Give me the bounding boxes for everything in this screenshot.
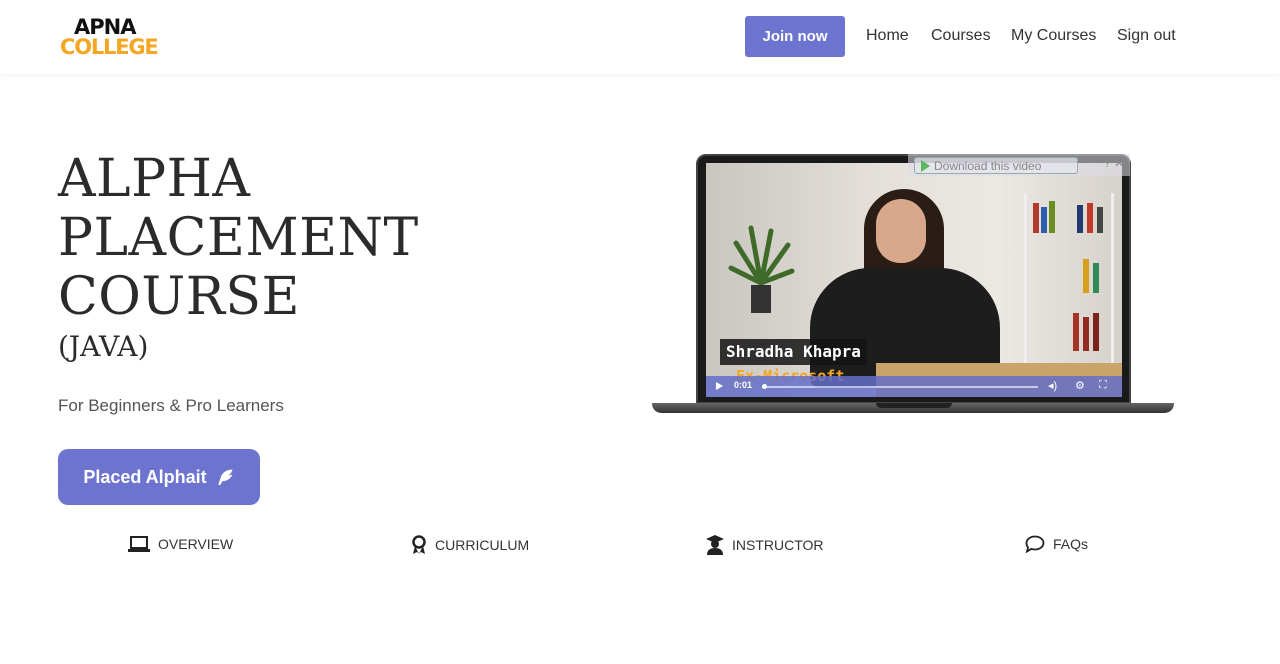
fullscreen-icon[interactable]: ⛶: [1099, 379, 1107, 392]
tab-label: CURRICULUM: [435, 537, 530, 553]
play-icon[interactable]: [716, 382, 723, 390]
award-icon: [412, 535, 426, 554]
bookshelf: [1024, 193, 1114, 363]
video-player[interactable]: Shradha Khapra Ex-Microsoft 0:01 ◂) ⚙ ⛶: [706, 163, 1122, 397]
title-line: PLACEMENT: [58, 208, 419, 268]
title-line: COURSE: [58, 267, 300, 327]
nav-sign-out[interactable]: Sign out: [1117, 27, 1176, 45]
title-line: ALPHA: [58, 149, 251, 209]
tab-label: FAQs: [1053, 536, 1089, 552]
settings-icon[interactable]: ⚙: [1075, 379, 1085, 392]
tab-faqs[interactable]: FAQs: [1025, 535, 1088, 553]
presenter-face: [876, 199, 926, 263]
progress-bar[interactable]: [762, 386, 1038, 388]
volume-icon[interactable]: ◂): [1048, 379, 1057, 392]
nav-courses[interactable]: Courses: [931, 27, 991, 45]
overlay-help-close-icons[interactable]: ? ✕: [1104, 156, 1124, 170]
video-controls: 0:01 ◂) ⚙ ⛶: [706, 376, 1122, 397]
name-caption: Shradha Khapra: [720, 339, 867, 365]
tab-label: OVERVIEW: [158, 536, 234, 552]
laptop-notch: [876, 403, 952, 408]
graduate-icon: [706, 535, 724, 555]
download-play-icon: [921, 159, 930, 172]
presenter-name: Shradha Khapra: [726, 342, 861, 361]
feather-icon: [218, 469, 233, 486]
tab-overview[interactable]: OVERVIEW: [128, 535, 233, 553]
course-language: (JAVA): [58, 330, 149, 363]
download-label: Download this video: [934, 158, 1042, 173]
tab-curriculum[interactable]: CURRICULUM: [411, 535, 529, 555]
progress-knob[interactable]: [762, 384, 767, 389]
site-header: APNA COLLEGE Join now Home Courses My Co…: [0, 0, 1280, 74]
download-video-button[interactable]: Download this video: [914, 157, 1078, 174]
course-title: ALPHA PLACEMENT COURSE: [58, 150, 419, 327]
nav-my-courses[interactable]: My Courses: [1011, 27, 1096, 45]
placed-alphait-button[interactable]: Placed Alphait: [58, 449, 260, 505]
chat-bubble-icon: [1025, 535, 1045, 553]
course-tagline: For Beginners & Pro Learners: [58, 396, 284, 415]
logo-line2: COLLEGE: [60, 35, 159, 59]
video-time: 0:01: [734, 380, 753, 390]
nav-home[interactable]: Home: [866, 27, 909, 45]
apna-college-logo[interactable]: APNA COLLEGE: [60, 16, 160, 60]
cta-label: Placed Alphait: [83, 466, 207, 487]
tab-label: INSTRUCTOR: [732, 537, 824, 553]
laptop-icon: [128, 536, 150, 552]
join-now-button[interactable]: Join now: [745, 16, 845, 57]
tab-instructor[interactable]: INSTRUCTOR: [706, 535, 824, 555]
plant-graphic: [728, 225, 795, 313]
download-overlay: Download this video ? ✕: [908, 154, 1130, 176]
